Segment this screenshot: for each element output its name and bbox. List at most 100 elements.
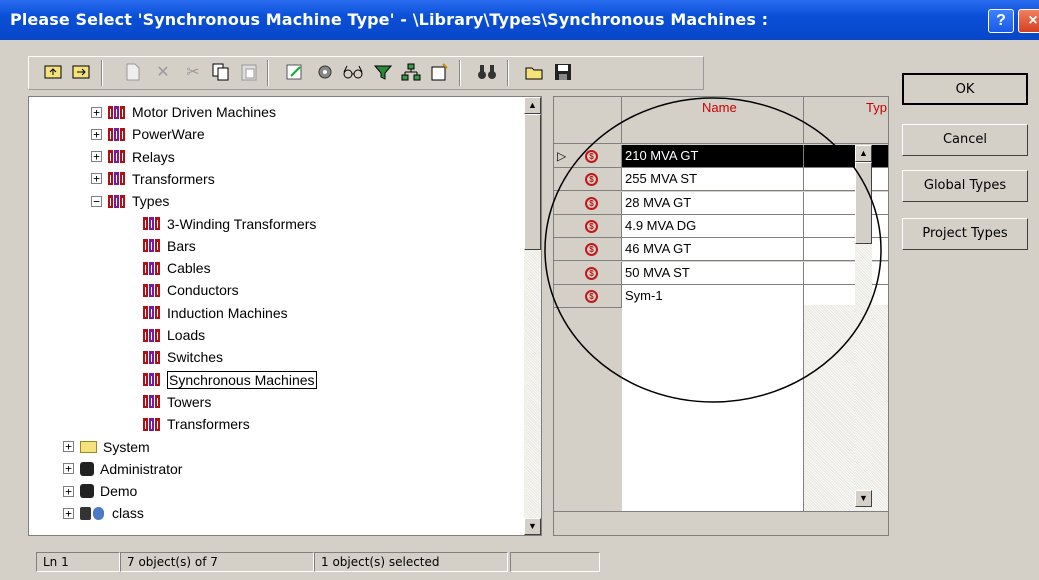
tree-item[interactable]: Synchronous Machines: [143, 369, 317, 391]
tree-item[interactable]: + class: [63, 502, 144, 524]
tree-item-label: 3-Winding Transformers: [167, 215, 317, 232]
tree-item-label: Conductors: [167, 282, 239, 299]
tree-item-label: Demo: [100, 483, 138, 500]
grid-row[interactable]: $46 MVA GT: [554, 238, 888, 262]
name-cell[interactable]: 28 MVA GT: [622, 191, 804, 215]
name-cell[interactable]: 46 MVA GT: [622, 238, 804, 262]
filter-icon[interactable]: [373, 63, 393, 83]
new-object-icon[interactable]: [429, 63, 449, 83]
settings-icon[interactable]: [315, 63, 335, 83]
grid-scrollbar[interactable]: ▲ ▼: [855, 145, 872, 507]
types-grid[interactable]: Name Typ ▷ $210 MVA GT $255 MVA ST $28 MVA …: [553, 96, 889, 536]
library-tree[interactable]: + Motor Driven Machines + PowerWare + Relays +…: [28, 96, 542, 536]
scroll-up-arrow[interactable]: ▲: [524, 97, 541, 114]
tree-item[interactable]: + Motor Driven Machines: [91, 101, 276, 123]
tree-item[interactable]: Conductors: [143, 279, 239, 301]
name-cell[interactable]: 210 MVA GT: [622, 145, 804, 168]
save-icon[interactable]: [553, 63, 573, 83]
tree-item[interactable]: + Transformers: [91, 168, 215, 190]
expand-icon[interactable]: +: [63, 485, 74, 497]
delete-icon[interactable]: ✕: [153, 63, 173, 83]
copy-icon[interactable]: [211, 63, 231, 83]
type-cell[interactable]: [804, 261, 888, 285]
library-icon: [143, 283, 161, 297]
tree-item[interactable]: Cables: [143, 257, 211, 279]
ok-button[interactable]: OK: [902, 73, 1028, 105]
class-icon: [80, 506, 106, 520]
tree-item-label: Switches: [167, 349, 224, 366]
status-selection: 1 object(s) selected: [314, 552, 508, 572]
window-title: Please Select 'Synchronous Machine Type'…: [10, 10, 769, 29]
cut-icon[interactable]: ✂: [183, 63, 203, 83]
tree-scrollbar[interactable]: ▲ ▼: [524, 97, 541, 535]
column-header-type[interactable]: Typ: [804, 97, 888, 144]
glasses-icon[interactable]: [343, 63, 363, 83]
tree-item[interactable]: + System: [63, 436, 150, 458]
type-cell[interactable]: [804, 214, 888, 238]
synchronous-machine-icon: $: [585, 219, 598, 233]
grid-row[interactable]: $50 MVA ST: [554, 261, 888, 285]
type-cell[interactable]: [804, 238, 888, 262]
name-cell[interactable]: 255 MVA ST: [622, 168, 804, 192]
toolbar-separator: [101, 60, 103, 86]
tree-item-label: class: [112, 505, 144, 522]
name-cell[interactable]: 50 MVA ST: [622, 261, 804, 285]
folder-up-alt-icon[interactable]: [71, 63, 91, 83]
tree-item[interactable]: + Administrator: [63, 458, 182, 480]
expand-icon[interactable]: −: [91, 195, 102, 207]
help-button[interactable]: ?: [988, 9, 1014, 33]
expand-icon[interactable]: +: [91, 128, 102, 140]
row-header-cell: $: [554, 214, 622, 238]
tree-item[interactable]: Switches: [143, 346, 223, 368]
type-cell[interactable]: [804, 168, 888, 192]
grid-row[interactable]: $255 MVA ST: [554, 168, 888, 192]
tree-item[interactable]: Bars: [143, 235, 196, 257]
tree-item[interactable]: − Types: [91, 190, 169, 212]
synchronous-machine-icon: $: [585, 173, 598, 187]
paste-icon[interactable]: [239, 63, 259, 83]
close-button[interactable]: ×: [1018, 9, 1039, 33]
grid-row[interactable]: $4.9 MVA DG: [554, 214, 888, 238]
type-cell[interactable]: [804, 145, 888, 168]
grid-hscroll-area: [554, 511, 888, 535]
name-cell[interactable]: 4.9 MVA DG: [622, 214, 804, 238]
tree-item-label: Relays: [132, 148, 175, 165]
expand-icon[interactable]: +: [63, 441, 74, 452]
scroll-thumb[interactable]: [524, 114, 541, 250]
open-icon[interactable]: [525, 63, 545, 83]
synchronous-machine-icon: $: [585, 266, 598, 280]
scroll-up-arrow[interactable]: ▲: [855, 145, 872, 162]
tree-item[interactable]: + Demo: [63, 480, 137, 502]
type-cell[interactable]: [804, 191, 888, 215]
tree-item[interactable]: 3-Winding Transformers: [143, 213, 316, 235]
library-icon: [108, 150, 126, 164]
title-bar: Please Select 'Synchronous Machine Type'…: [0, 0, 1039, 40]
tree-item[interactable]: Towers: [143, 391, 211, 413]
folder-up-icon[interactable]: [43, 63, 63, 83]
tree-item-label: PowerWare: [132, 126, 205, 143]
expand-icon[interactable]: +: [91, 106, 102, 118]
find-icon[interactable]: [477, 63, 497, 83]
column-header-name[interactable]: Name: [622, 97, 804, 144]
scroll-down-arrow[interactable]: ▼: [524, 518, 541, 535]
project-types-button[interactable]: Project Types: [902, 218, 1028, 250]
tree-item[interactable]: + PowerWare: [91, 123, 205, 145]
tree-item[interactable]: Induction Machines: [143, 302, 288, 324]
scroll-down-arrow[interactable]: ▼: [855, 490, 872, 507]
tree-item[interactable]: Transformers: [143, 413, 250, 435]
expand-icon[interactable]: +: [91, 151, 102, 163]
tree-item[interactable]: Loads: [143, 324, 205, 346]
expand-icon[interactable]: +: [63, 507, 74, 519]
current-row-icon: ▷: [557, 149, 567, 163]
tree-item[interactable]: + Relays: [91, 146, 175, 168]
expand-icon[interactable]: +: [63, 463, 74, 475]
grid-row[interactable]: $28 MVA GT: [554, 191, 888, 215]
new-icon[interactable]: [123, 63, 143, 83]
grid-row[interactable]: ▷ $210 MVA GT: [554, 145, 888, 168]
cancel-button[interactable]: Cancel: [902, 124, 1028, 156]
expand-icon[interactable]: +: [91, 173, 102, 185]
edit-icon[interactable]: [285, 63, 305, 83]
scroll-thumb[interactable]: [855, 162, 872, 244]
hierarchy-icon[interactable]: [401, 63, 421, 83]
global-types-button[interactable]: Global Types: [902, 170, 1028, 202]
